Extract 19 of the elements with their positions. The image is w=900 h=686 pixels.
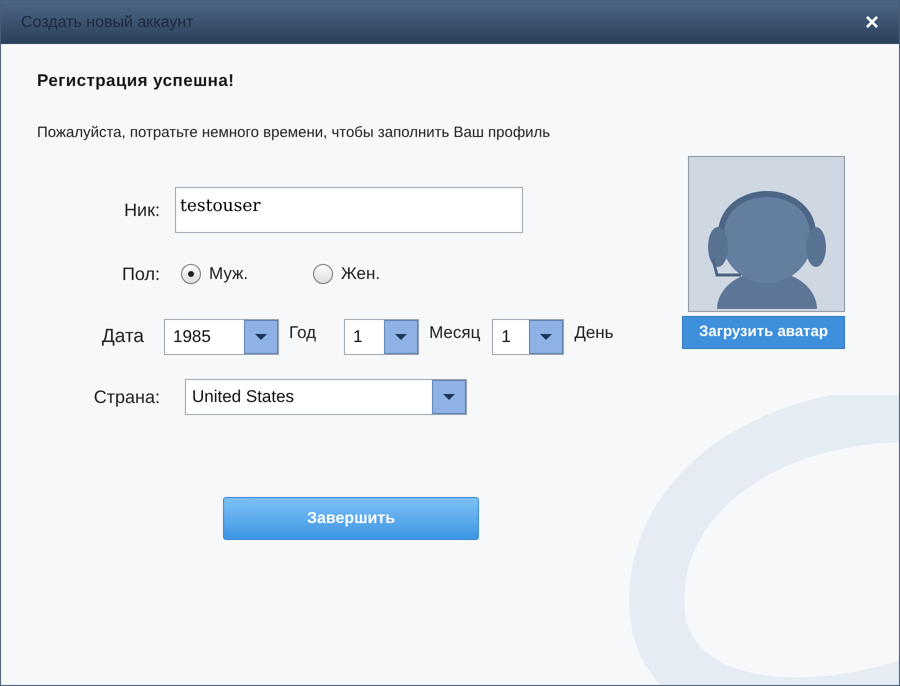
unit-label: Месяц [429,322,480,344]
unit-label: День [574,322,614,344]
heading: Регистрация успешна! [37,70,236,92]
country-dropdown[interactable]: United States [185,379,467,415]
field-label: Ник: [123,198,161,222]
date-dropdown[interactable]: 1 [344,319,420,355]
date-dropdown[interactable]: 1985 [164,319,279,355]
unit-label: Год [289,322,316,344]
field-label: Страна: [92,386,161,409]
close-button[interactable]: × [864,10,879,34]
radio-option[interactable]: Жен. [313,261,380,287]
nickname-field[interactable]: testouser [175,187,523,233]
date-dropdown[interactable]: 1 [492,319,564,355]
radio-button[interactable] [181,264,201,284]
radio-option[interactable]: Муж. [181,261,313,287]
radio-button[interactable] [313,264,333,284]
field-label: Дата [100,324,145,349]
field-label: Пол: [120,262,161,286]
subtitle-text: Пожалуйста, потратьте немного времени, чтобы заполнить Ваш профиль [37,122,552,142]
